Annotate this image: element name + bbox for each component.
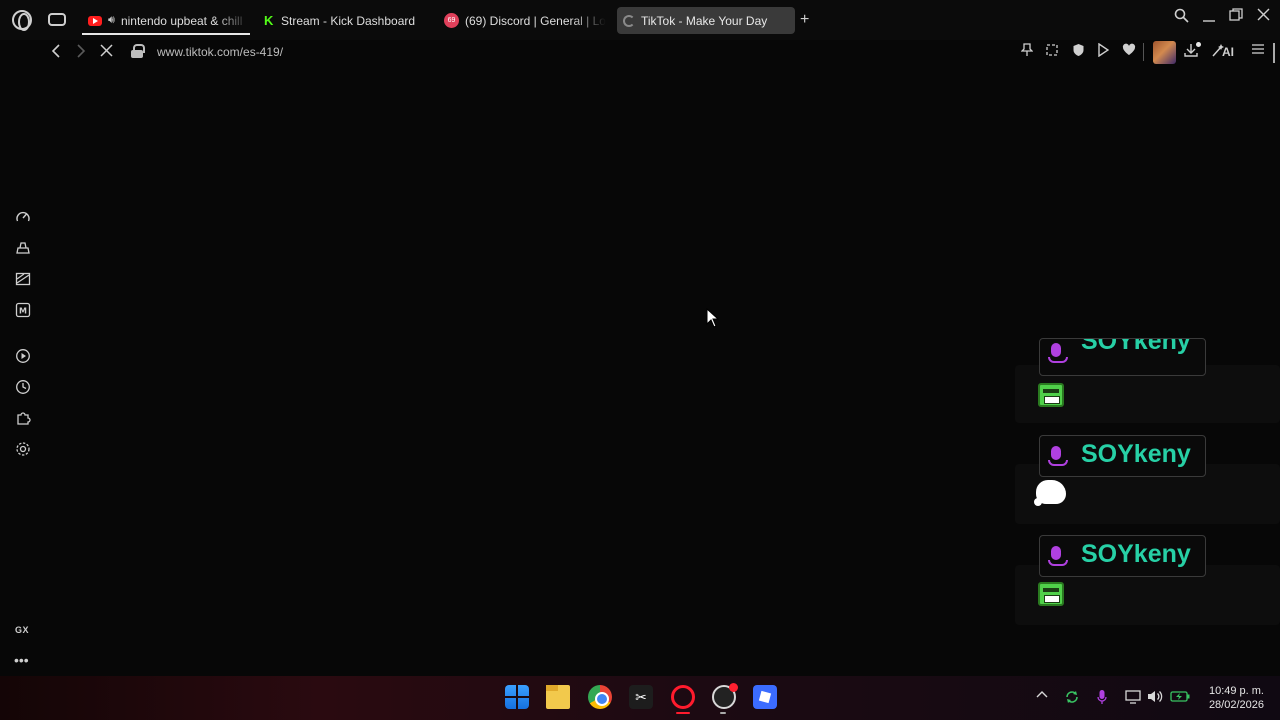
heart-icon[interactable] (1120, 43, 1138, 59)
microphone-icon (1048, 446, 1068, 466)
system-clock[interactable]: 10:49 p. m. 28/02/2026 (1196, 684, 1264, 712)
microphone-icon (1048, 546, 1068, 566)
youtube-icon (88, 15, 102, 26)
microphone-icon (1048, 343, 1068, 363)
green-monster-emote-icon (1038, 383, 1064, 407)
chat-nick-badge: SOYkeny (1039, 338, 1206, 376)
more-options-icon[interactable]: ••• (14, 652, 29, 668)
gx-corner-icon[interactable] (14, 240, 32, 258)
chat-nick-badge: SOYkeny (1039, 535, 1206, 577)
chat-nickname: SOYkeny (1081, 440, 1191, 468)
kick-icon: K (264, 12, 274, 28)
white-cloud-emote-icon (1034, 480, 1066, 506)
address-bar-url[interactable]: www.tiktok.com/es-419/ (157, 45, 283, 59)
chrome-icon[interactable] (588, 685, 612, 709)
clock-time: 10:49 p. m. (1208, 685, 1264, 697)
close-icon[interactable] (1257, 8, 1270, 25)
clock-date: 28/02/2026 (1208, 699, 1264, 711)
chat-nickname: SOYkeny (1081, 338, 1191, 355)
toolbar-edge-grip (1273, 43, 1275, 63)
forward-arrow-icon[interactable] (75, 44, 87, 62)
avatar[interactable] (1153, 41, 1176, 64)
network-icon[interactable] (1125, 689, 1141, 707)
chat-nickname: SOYkeny (1081, 540, 1191, 568)
shield-icon[interactable] (1069, 43, 1087, 60)
easy-setup-menu-icon[interactable] (1249, 43, 1267, 58)
capcut-icon[interactable]: ✂︎ (629, 685, 653, 709)
recording-dot-icon (729, 683, 738, 692)
extensions-puzzle-icon[interactable] (14, 410, 32, 428)
play-icon[interactable] (1094, 42, 1112, 60)
chevron-up-icon[interactable] (1036, 689, 1048, 704)
twitch-panel-icon[interactable] (14, 271, 32, 289)
minimize-button[interactable] (1203, 8, 1215, 27)
restore-button[interactable] (1229, 8, 1243, 26)
battery-charging-icon[interactable] (1170, 689, 1190, 706)
lock-icon[interactable] (131, 44, 145, 58)
download-indicator-dot (1196, 42, 1201, 47)
ai-label[interactable]: AI (1222, 45, 1234, 59)
snapshot-icon[interactable] (1043, 43, 1061, 60)
discord-icon: 69 (444, 13, 459, 28)
messenger-m-icon[interactable]: M (14, 302, 32, 320)
tab-kick[interactable]: K Stream - Kick Dashboard (258, 7, 433, 34)
back-arrow-icon[interactable] (50, 44, 62, 62)
file-explorer-icon[interactable] (546, 685, 570, 709)
gamepad-icon[interactable] (48, 13, 66, 26)
tab-youtube[interactable]: 🔊︎ nintendo upbeat & chill (82, 7, 250, 34)
tab-bar: 🔊︎ nintendo upbeat & chill K Stream - Ki… (0, 0, 1280, 40)
tab-discord[interactable]: 69 (69) Discord | General | Lo (438, 7, 606, 34)
speed-dial-icon[interactable] (14, 209, 32, 227)
windows-start-icon[interactable] (505, 685, 529, 709)
speaker-icon[interactable]: 🔊︎ (108, 14, 115, 27)
running-app-indicator (720, 712, 726, 714)
player-icon[interactable] (14, 348, 32, 366)
tab-title: TikTok - Make Your Day (641, 13, 768, 28)
green-monster-emote-icon (1038, 582, 1064, 606)
opera-gx-logo-icon[interactable] (12, 10, 32, 31)
chat-nick-badge: SOYkeny (1039, 435, 1206, 477)
history-clock-icon[interactable] (14, 379, 32, 397)
tab-title: (69) Discord | General | Lo (465, 13, 606, 28)
tab-title: Stream - Kick Dashboard (281, 13, 416, 28)
svg-text:M: M (19, 307, 27, 316)
tab-tiktok[interactable]: TikTok - Make Your Day (617, 7, 795, 34)
new-tab-button[interactable]: + (800, 11, 809, 29)
settings-gear-icon[interactable] (14, 441, 32, 459)
tab-underline (82, 33, 250, 35)
loading-spinner-icon (623, 14, 635, 27)
volume-icon[interactable] (1147, 689, 1164, 707)
search-icon[interactable] (1174, 8, 1189, 27)
tab-title: nintendo upbeat & chill (120, 13, 243, 28)
sync-icon[interactable] (1064, 689, 1080, 708)
opera-gx-icon[interactable] (671, 685, 695, 709)
pin-icon[interactable] (1018, 43, 1036, 60)
toolbar-separator (1143, 43, 1144, 61)
gx-label[interactable]: GX (15, 625, 29, 635)
roblox-icon[interactable] (753, 685, 777, 709)
stop-loading-icon[interactable] (100, 44, 113, 61)
microphone-tray-icon[interactable] (1097, 689, 1107, 708)
active-app-indicator (676, 712, 690, 714)
